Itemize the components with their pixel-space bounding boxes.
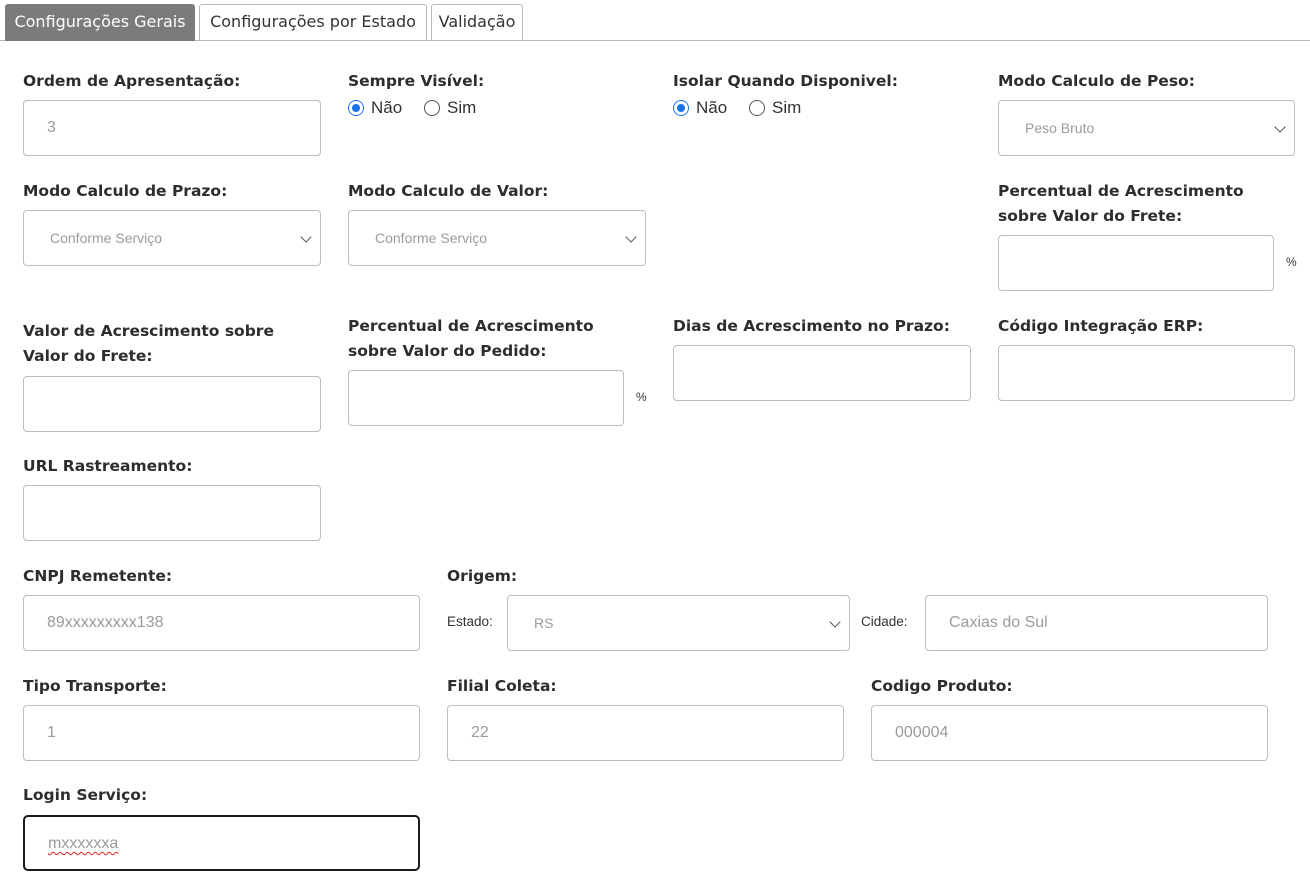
ordem-apresentacao-input[interactable]: 3 [23, 100, 321, 156]
select-value: Conforme Serviço [50, 230, 163, 246]
modo-calculo-prazo-select[interactable]: Conforme Serviço [23, 210, 321, 266]
valor-acrescimento-frete-label-line1: Valor de Acrescimento sobre [23, 322, 274, 340]
radio-checked-icon [673, 100, 689, 116]
cnpj-remetente-input[interactable]: 89xxxxxxxxx138 [23, 595, 420, 651]
codigo-integracao-erp-label: Código Integração ERP: [998, 317, 1204, 335]
sempre-visivel-nao-radio[interactable]: Não [348, 97, 402, 119]
cnpj-remetente-label: CNPJ Remetente: [23, 567, 173, 585]
input-value: mxxxxxxa [48, 835, 119, 852]
login-servico-label: Login Serviço: [23, 786, 148, 804]
url-rastreamento-label: URL Rastreamento: [23, 457, 193, 475]
isolar-disponivel-nao-radio[interactable]: Não [673, 97, 727, 119]
chevron-down-icon [300, 231, 312, 243]
sempre-visivel-sim-radio[interactable]: Sim [424, 97, 476, 119]
percentual-pedido-label-line1: Percentual de Acrescimento [348, 317, 594, 335]
radio-label: Não [371, 98, 403, 117]
dias-acrescimento-input[interactable] [673, 345, 971, 401]
select-value: RS [534, 615, 554, 631]
radio-unchecked-icon [424, 100, 440, 116]
tab-bar: Configurações Gerais Configurações por E… [0, 0, 1310, 41]
filial-coleta-label: Filial Coleta: [447, 677, 557, 695]
radio-checked-icon [348, 100, 364, 116]
ordem-apresentacao-label: Ordem de Apresentação: [23, 72, 241, 90]
codigo-produto-input[interactable]: 000004 [871, 705, 1268, 761]
percent-suffix: % [636, 390, 647, 404]
cidade-label: Cidade: [861, 614, 908, 629]
percentual-pedido-label-line2: sobre Valor do Pedido: [348, 342, 547, 360]
radio-unchecked-icon [749, 100, 765, 116]
tipo-transporte-input[interactable]: 1 [23, 705, 420, 761]
origem-label: Origem: [447, 567, 518, 585]
chevron-down-icon [625, 231, 637, 243]
estado-select[interactable]: RS [507, 595, 850, 651]
tipo-transporte-label: Tipo Transporte: [23, 677, 167, 695]
modo-calculo-prazo-label: Modo Calculo de Prazo: [23, 182, 228, 200]
radio-label: Sim [447, 98, 477, 117]
modo-calculo-peso-label: Modo Calculo de Peso: [998, 72, 1195, 90]
isolar-disponivel-label: Isolar Quando Disponivel: [673, 72, 898, 90]
url-rastreamento-input[interactable] [23, 485, 321, 541]
select-value: Peso Bruto [1025, 120, 1095, 136]
select-value: Conforme Serviço [375, 230, 488, 246]
login-servico-input[interactable]: mxxxxxxa [23, 815, 420, 871]
sempre-visivel-label: Sempre Visível: [348, 72, 485, 90]
percent-suffix: % [1286, 255, 1297, 269]
tab-configuracoes-por-estado[interactable]: Configurações por Estado [199, 4, 427, 40]
cidade-input[interactable]: Caxias do Sul [925, 595, 1268, 651]
radio-label: Não [696, 98, 728, 117]
percentual-frete-label-line2: sobre Valor do Frete: [998, 207, 1183, 225]
chevron-down-icon [829, 616, 841, 628]
modo-calculo-valor-select[interactable]: Conforme Serviço [348, 210, 646, 266]
modo-calculo-peso-select[interactable]: Peso Bruto [998, 100, 1295, 156]
codigo-integracao-erp-input[interactable] [998, 345, 1295, 401]
dias-acrescimento-label: Dias de Acrescimento no Prazo: [673, 317, 950, 335]
radio-label: Sim [772, 98, 802, 117]
estado-label: Estado: [447, 614, 493, 629]
percentual-frete-input[interactable] [998, 235, 1274, 291]
filial-coleta-input[interactable]: 22 [447, 705, 844, 761]
percentual-frete-label-line1: Percentual de Acrescimento [998, 182, 1244, 200]
modo-calculo-valor-label: Modo Calculo de Valor: [348, 182, 549, 200]
valor-acrescimento-frete-input[interactable] [23, 376, 321, 432]
chevron-down-icon [1274, 121, 1286, 133]
codigo-produto-label: Codigo Produto: [871, 677, 1013, 695]
tab-configuracoes-gerais[interactable]: Configurações Gerais [5, 4, 195, 41]
percentual-pedido-input[interactable] [348, 370, 624, 426]
tab-validacao[interactable]: Validação [431, 4, 523, 40]
tab-bar-divider [0, 40, 1310, 41]
valor-acrescimento-frete-label-line2: Valor do Frete: [23, 347, 153, 365]
isolar-disponivel-sim-radio[interactable]: Sim [749, 97, 801, 119]
